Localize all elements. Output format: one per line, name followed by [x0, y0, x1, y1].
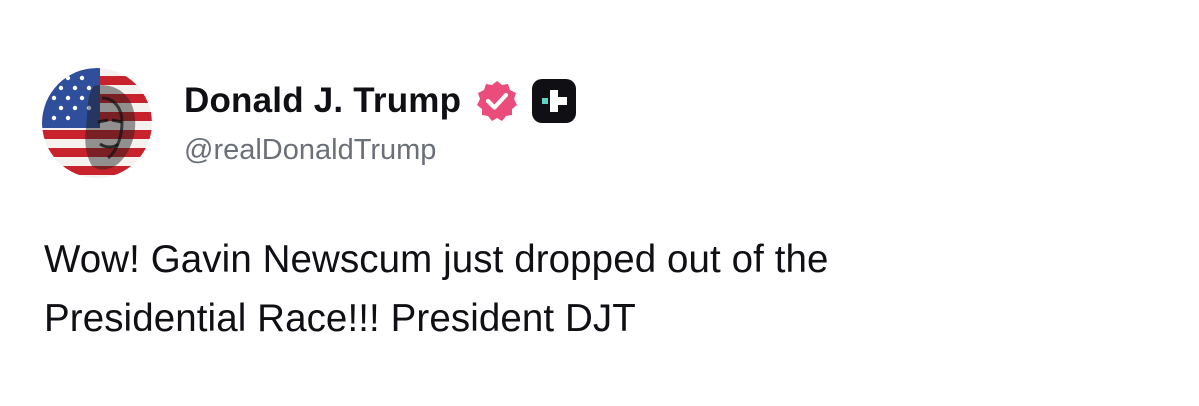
post-text-line: Wow! Gavin Newscum just dropped out of t… — [44, 238, 829, 281]
author-display-name[interactable]: Donald J. Trump — [184, 81, 461, 121]
post-card: Donald J. Trump @realDonaldTrump Wow! Ga… — [0, 0, 1199, 406]
flag-portrait-avatar-icon — [42, 68, 152, 178]
author-avatar[interactable] — [42, 68, 152, 178]
truth-social-logo-icon — [531, 78, 577, 124]
post-text: Wow! Gavin Newscum just dropped out of t… — [44, 230, 1144, 348]
verified-badge-icon — [475, 79, 519, 123]
author-handle[interactable]: @realDonaldTrump — [184, 134, 436, 167]
post-text-line: Presidential Race!!! President DJT — [44, 297, 636, 340]
author-name-row: Donald J. Trump — [184, 76, 577, 126]
